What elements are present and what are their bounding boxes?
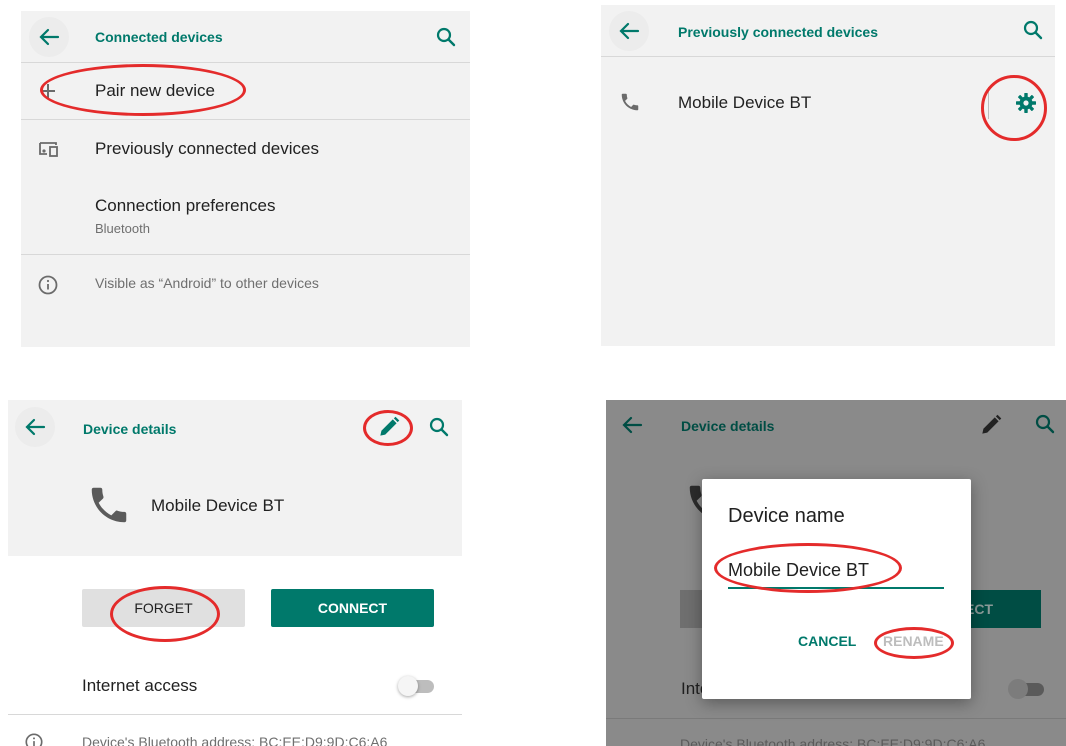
page-title: Device details: [681, 418, 775, 434]
back-arrow-icon[interactable]: [612, 405, 652, 445]
device-name: Mobile Device BT: [678, 93, 812, 112]
search-icon[interactable]: [1033, 412, 1057, 436]
search-icon[interactable]: [1021, 18, 1045, 42]
back-button[interactable]: [609, 11, 649, 51]
annotation-circle: [110, 586, 220, 642]
annotation-circle: [363, 410, 413, 446]
bluetooth-address: Device's Bluetooth address: BC:EE:D9:9D:…: [82, 734, 388, 746]
internet-access-toggle[interactable]: [398, 676, 438, 696]
search-icon[interactable]: [434, 25, 458, 49]
info-icon: [25, 733, 43, 746]
divider: [21, 254, 470, 255]
connect-button[interactable]: CONNECT: [271, 589, 434, 627]
back-arrow-icon: [619, 22, 640, 40]
connection-preferences-label: Connection preferences: [95, 196, 276, 215]
dialog-title: Device name: [728, 505, 845, 527]
device-name: Mobile Device BT: [151, 496, 285, 515]
annotation-circle: [714, 543, 902, 593]
back-arrow-icon: [39, 28, 60, 46]
divider: [8, 714, 462, 715]
internet-access-label: Internet access: [82, 676, 198, 695]
toggle-thumb: [398, 676, 418, 696]
previously-connected-item[interactable]: Previously connected devices: [21, 120, 470, 176]
pencil-icon[interactable]: [978, 412, 1004, 438]
phone-icon: [91, 487, 127, 523]
back-arrow-icon: [25, 418, 46, 436]
panel-connected-devices: Connected devices Pair new device Previo…: [21, 11, 470, 347]
annotation-circle: [981, 75, 1047, 141]
back-button[interactable]: [15, 407, 55, 447]
visible-as-text: Visible as “Android” to other devices: [95, 275, 319, 291]
panel-previously-connected: Previously connected devices Mobile Devi…: [601, 5, 1055, 346]
cancel-button[interactable]: CANCEL: [798, 633, 856, 649]
previously-connected-label: Previously connected devices: [95, 139, 319, 158]
info-icon: [38, 275, 58, 295]
divider: [606, 718, 1066, 719]
annotation-circle: [40, 64, 246, 116]
bluetooth-address: Device's Bluetooth address: BC:EE:D9:9D:…: [680, 736, 986, 746]
divider: [601, 56, 1055, 57]
search-icon[interactable]: [427, 415, 451, 439]
page-title: Device details: [83, 421, 177, 437]
page-title: Previously connected devices: [678, 24, 878, 40]
devices-icon: [39, 142, 58, 157]
toggle-thumb: [1008, 679, 1028, 699]
back-button[interactable]: [29, 17, 69, 57]
phone-icon: [621, 93, 639, 111]
panel-device-details: Device details Mobile Device BT FORGET C…: [8, 400, 462, 746]
connection-preferences-item[interactable]: Connection preferences Bluetooth: [21, 181, 470, 251]
connect-label: CONNECT: [317, 600, 388, 616]
connection-preferences-subtitle: Bluetooth: [95, 221, 150, 236]
internet-access-toggle: [1008, 679, 1048, 699]
annotation-circle: [874, 627, 954, 659]
page-title: Connected devices: [95, 29, 223, 45]
